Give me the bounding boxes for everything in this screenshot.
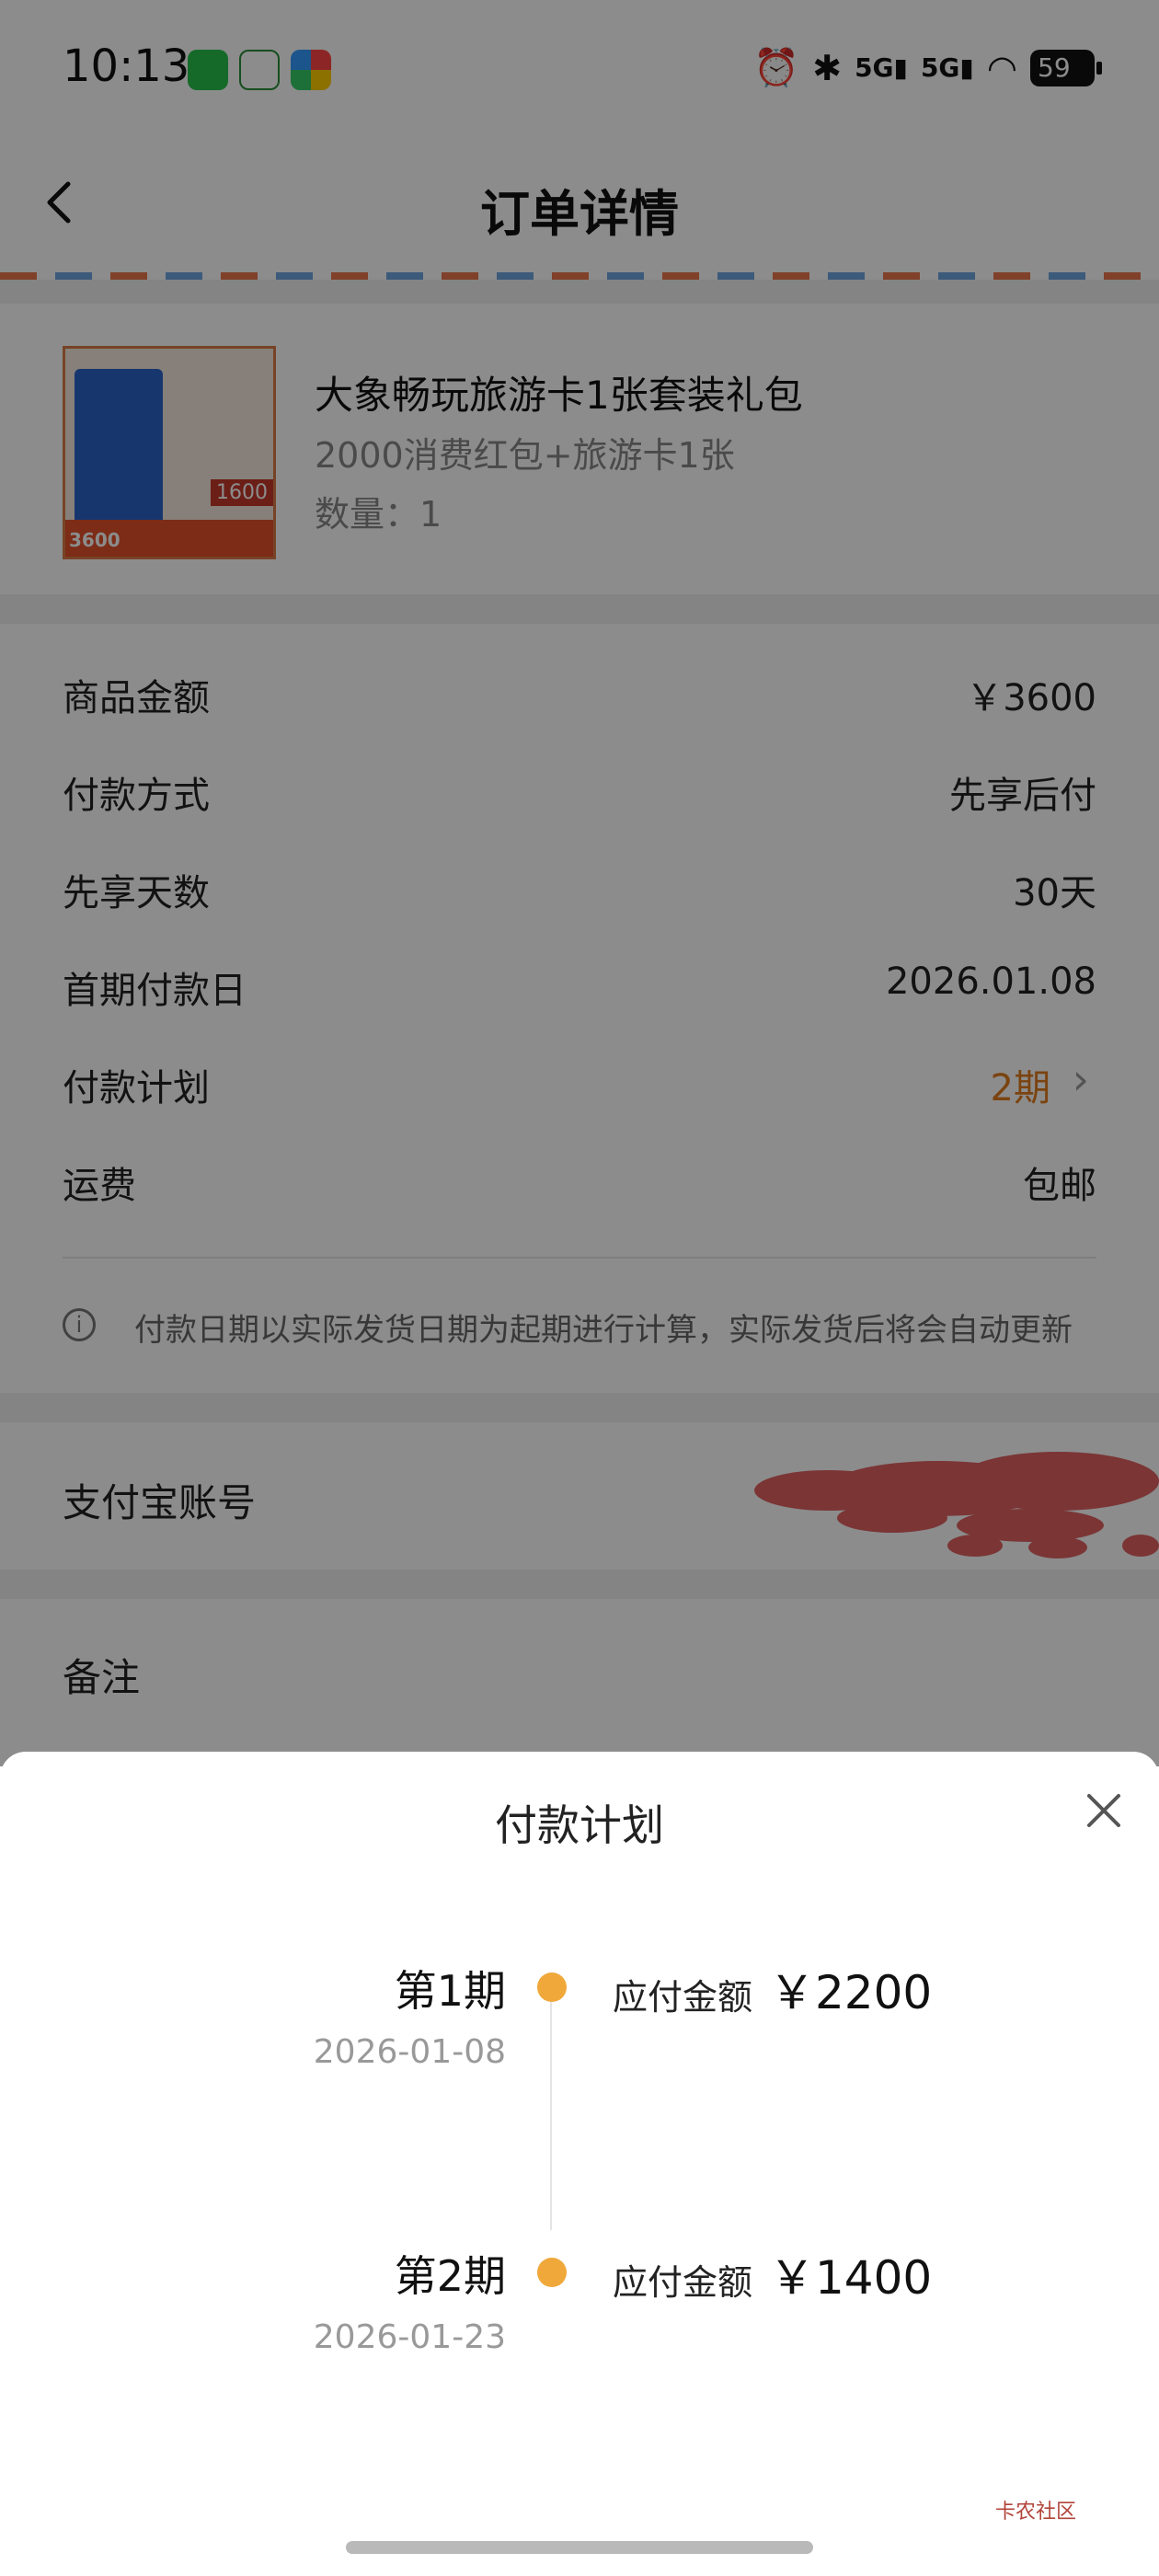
timeline-line [550,1982,552,2230]
due-label: 应付金额 [613,2262,753,2303]
installment-date: 2026-01-23 [313,2318,506,2356]
installment-period: 第2期 [394,2251,506,2301]
timeline-dot [537,2258,567,2287]
timeline-dot [537,1972,567,2002]
due-amount: ￥1400 [769,2251,933,2305]
due-amount: ￥2200 [769,1966,933,2019]
payment-plan-sheet: 付款计划 第1期 应付金额 ￥2200 2026-01-08 第2期 应付金额 … [0,1752,1159,2576]
sheet-title: 付款计划 [495,1800,664,1850]
due-label: 应付金额 [613,1977,753,2018]
home-indicator[interactable] [346,2541,813,2554]
close-icon [1087,1794,1120,1827]
installment-period: 第1期 [394,1966,506,2016]
modal-backdrop[interactable] [0,0,1159,1766]
close-button[interactable] [1084,1788,1124,1840]
watermark-logo: 卡农社区 [995,2501,1077,2524]
installment-date: 2026-01-08 [313,2033,506,2071]
